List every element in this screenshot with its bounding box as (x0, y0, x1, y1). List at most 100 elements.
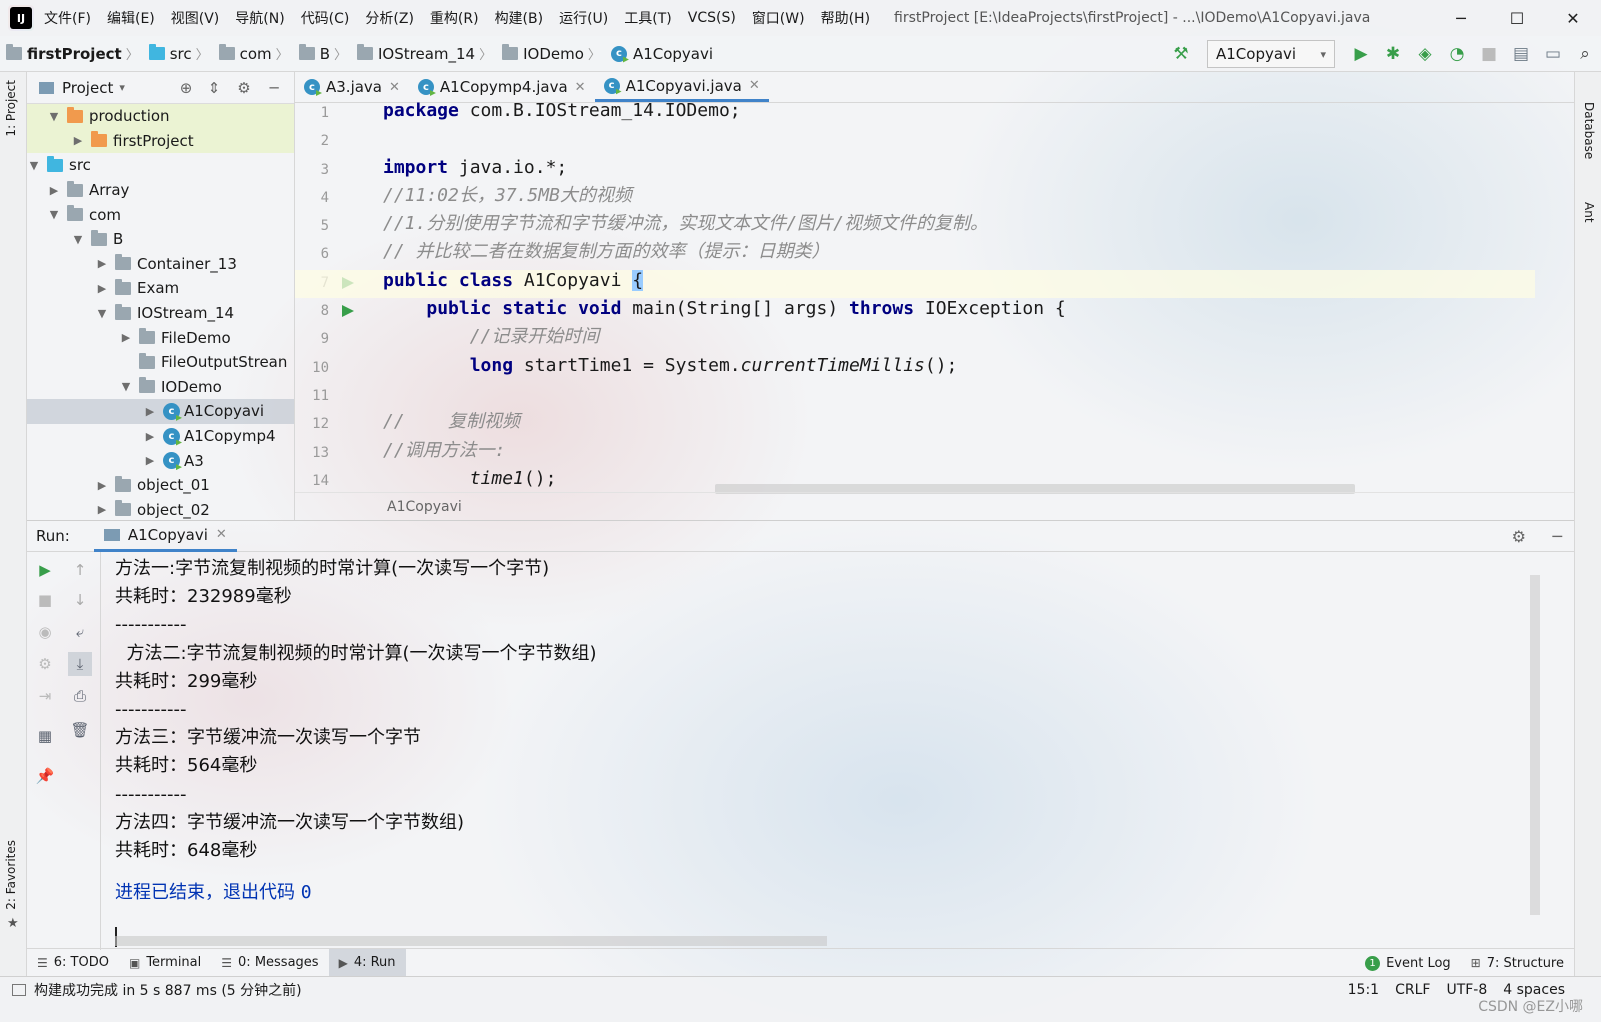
tab-a1copymp4[interactable]: c A1Copymp4.java ✕ (409, 72, 595, 102)
rerun-icon[interactable]: ▶ (33, 558, 57, 582)
tab-event-log[interactable]: 1 Event Log (1355, 949, 1461, 977)
ant-tool-tab[interactable]: Ant (1582, 202, 1596, 223)
arrow-down-icon[interactable]: ↓ (68, 588, 92, 612)
soft-wrap-icon[interactable]: ⤶ (68, 620, 92, 644)
close-icon[interactable]: ✕ (216, 527, 227, 542)
editor-breadcrumb-label[interactable]: A1Copyavi (387, 499, 462, 515)
menu-edit[interactable]: 编辑(E) (107, 8, 155, 28)
tree-item[interactable]: ▶ c A1Copymp4 (27, 424, 294, 449)
camera-icon[interactable]: ◉ (33, 620, 57, 644)
console-output[interactable]: 方法一:字节流复制视频的时常计算(一次读写一个字节) 共耗时：232989毫秒 … (115, 555, 1535, 947)
tab-todo[interactable]: ☰ 6: TODO (27, 949, 119, 977)
hide-panel-icon[interactable]: ─ (260, 76, 288, 100)
project-structure-icon[interactable]: ▤ (1505, 38, 1537, 70)
tab-a1copyavi[interactable]: c A1Copyavi.java ✕ (594, 72, 769, 102)
run-main-gutter-icon[interactable] (342, 305, 354, 317)
crumb-com[interactable]: com 〉 (213, 44, 293, 63)
stop-icon[interactable]: ■ (33, 588, 57, 612)
tree-item[interactable]: ▶ object_01 (27, 473, 294, 498)
tab-run[interactable]: ▶ 4: Run (328, 948, 406, 977)
collapse-all-icon[interactable]: ⇕ (200, 76, 228, 100)
scroll-to-end-icon[interactable]: ⤓ (68, 652, 92, 676)
profile-icon[interactable]: ◔ (1441, 38, 1473, 70)
search-everywhere-icon[interactable]: ⌕ (1569, 38, 1601, 70)
crumb-project[interactable]: firstProject 〉 (0, 44, 143, 63)
tab-messages[interactable]: ☰ 0: Messages (211, 949, 328, 977)
run-tab-a1copyavi[interactable]: A1Copyavi ✕ (93, 520, 237, 552)
menu-file[interactable]: 文件(F) (44, 8, 91, 28)
locate-file-icon[interactable]: ⊕ (172, 76, 200, 100)
print-icon[interactable]: ⎙ (68, 684, 92, 708)
tree-item[interactable]: FileOutputStrean (27, 350, 294, 375)
tab-a3[interactable]: c A3.java ✕ (295, 72, 409, 102)
run-icon[interactable]: ▶ (1345, 38, 1377, 70)
gear-icon[interactable]: ⚙ (228, 76, 260, 100)
gear-icon[interactable]: ⚙ (1512, 527, 1526, 546)
tree-item-selected[interactable]: ▶ c A1Copyavi (27, 399, 294, 424)
tree-item[interactable]: ▶ Array (27, 178, 294, 203)
console-vertical-scrollbar[interactable] (1530, 575, 1540, 915)
tree-item[interactable]: ▶ object_02 (27, 498, 294, 521)
project-tool-tab[interactable]: 1: Project (4, 80, 18, 137)
stop-icon[interactable]: ■ (1473, 38, 1505, 70)
hide-panel-icon[interactable]: ─ (1552, 527, 1562, 546)
favorites-tool-tab[interactable]: 2: Favorites (4, 840, 18, 910)
crumb-iostream[interactable]: IOStream_14 〉 (351, 44, 496, 63)
menu-tools[interactable]: 工具(T) (624, 8, 671, 28)
tab-structure[interactable]: ⊞ 7: Structure (1461, 949, 1574, 977)
menu-analyze[interactable]: 分析(Z) (365, 8, 414, 28)
tree-item[interactable]: ▼ com (27, 202, 294, 227)
menu-view[interactable]: 视图(V) (171, 8, 220, 28)
tree-item[interactable]: ▶ firstProject (27, 128, 294, 154)
exit-icon[interactable]: ⇥ (33, 684, 57, 708)
console-horizontal-scrollbar[interactable] (115, 936, 827, 946)
arrow-up-icon[interactable]: ↑ (68, 558, 92, 582)
minimize-button[interactable]: ─ (1433, 0, 1489, 36)
pin-icon[interactable]: 📌 (33, 764, 57, 788)
caret-position[interactable]: 15:1 (1348, 982, 1379, 998)
menu-navigate[interactable]: 导航(N) (235, 8, 284, 28)
tree-item[interactable]: ▶ Container_13 (27, 252, 294, 277)
project-panel-title[interactable]: Project (62, 79, 113, 97)
tree-item[interactable]: ▼ production (27, 104, 294, 129)
run-configuration-select[interactable]: A1Copyavi ▾ (1207, 40, 1335, 68)
close-window-button[interactable]: ✕ (1545, 0, 1601, 36)
menu-help[interactable]: 帮助(H) (821, 8, 870, 28)
tree-item[interactable]: ▼ IOStream_14 (27, 301, 294, 326)
maximize-button[interactable]: ☐ (1489, 0, 1545, 36)
terminal-toolbar-icon[interactable]: ▭ (1537, 38, 1569, 70)
crumb-class[interactable]: c A1Copyavi (605, 45, 713, 63)
code-area[interactable]: package com.B.IOStream_14.IODemo; import… (295, 100, 1535, 492)
debug-icon[interactable]: ✱ (1377, 38, 1409, 70)
menu-run[interactable]: 运行(U) (559, 8, 608, 28)
tab-terminal[interactable]: ▣ Terminal (119, 949, 211, 977)
line-separator[interactable]: CRLF (1395, 982, 1430, 998)
tree-item[interactable]: ▼ IODemo (27, 375, 294, 400)
menu-vcs[interactable]: VCS(S) (688, 10, 736, 26)
tree-item[interactable]: ▶ FileDemo (27, 325, 294, 350)
settings-icon[interactable]: ⚙ (33, 652, 57, 676)
tree-item[interactable]: ▼ B (27, 227, 294, 252)
layout-icon[interactable]: ▦ (33, 724, 57, 748)
trash-icon[interactable]: 🗑 (68, 718, 92, 742)
crumb-src[interactable]: src 〉 (143, 44, 213, 63)
menu-code[interactable]: 代码(C) (301, 8, 350, 28)
tree-item[interactable]: ▶ Exam (27, 276, 294, 301)
status-message[interactable]: 构建成功完成 in 5 s 887 ms (5 分钟之前) (12, 979, 302, 1001)
build-hammer-icon[interactable]: ⚒ (1165, 38, 1197, 70)
tree-item[interactable]: ▼ src (27, 153, 294, 178)
close-icon[interactable]: ✕ (749, 78, 760, 93)
database-tool-tab[interactable]: Database (1582, 102, 1596, 159)
toggle-tool-windows-icon[interactable] (12, 984, 26, 996)
menu-build[interactable]: 构建(B) (495, 8, 544, 28)
bottom-tool-tabs: ☰ 6: TODO ▣ Terminal ☰ 0: Messages ▶ 4: Run … (27, 948, 1574, 977)
close-icon[interactable]: ✕ (389, 80, 400, 95)
menu-window[interactable]: 窗口(W) (752, 8, 805, 28)
crumb-b[interactable]: B 〉 (293, 44, 351, 63)
menu-refactor[interactable]: 重构(R) (430, 8, 479, 28)
coverage-icon[interactable]: ◈ (1409, 38, 1441, 70)
crumb-iodemo[interactable]: IODemo 〉 (496, 44, 605, 63)
close-icon[interactable]: ✕ (575, 80, 586, 95)
chevron-down-icon[interactable]: ▾ (119, 81, 125, 94)
tree-item[interactable]: ▶ c A3 (27, 448, 294, 473)
